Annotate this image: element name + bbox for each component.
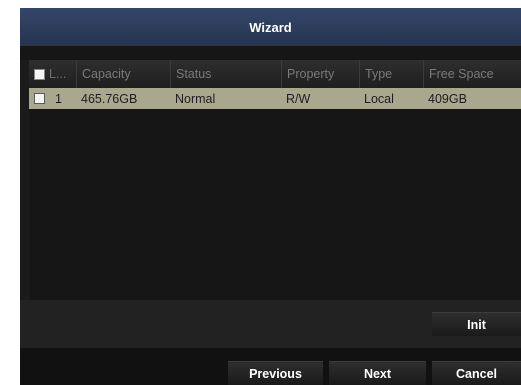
table-row[interactable]: 1 465.76GB Normal R/W Local 409GB xyxy=(29,88,521,109)
previous-button[interactable]: Previous xyxy=(228,361,323,385)
row-checkbox[interactable] xyxy=(34,93,45,104)
action-panel: Init xyxy=(20,300,521,348)
column-header-status[interactable]: Status xyxy=(170,60,281,88)
select-all-checkbox[interactable] xyxy=(34,68,45,80)
row-free-space: 409GB xyxy=(428,91,467,106)
init-button[interactable]: Init xyxy=(432,312,521,336)
column-header-capacity[interactable]: Capacity xyxy=(76,60,170,88)
column-header-property[interactable]: Property xyxy=(281,60,359,88)
column-header-label-text: L... xyxy=(49,67,67,81)
disk-table: L... Capacity Status Property Type Free … xyxy=(29,60,521,300)
row-label: 1 xyxy=(55,91,62,106)
column-header-free-space[interactable]: Free Space xyxy=(423,60,521,88)
row-label-cell: 1 xyxy=(29,88,76,109)
dialog-title-text: Wizard xyxy=(249,19,292,35)
cancel-button[interactable]: Cancel xyxy=(432,361,521,385)
row-status: Normal xyxy=(175,91,216,106)
column-header-type[interactable]: Type xyxy=(359,60,423,88)
table-header: L... Capacity Status Property Type Free … xyxy=(29,60,521,88)
row-property: R/W xyxy=(286,91,311,106)
column-header-label: L... xyxy=(29,60,76,88)
wizard-dialog: Wizard L... Capacity Status Property Typ… xyxy=(20,8,521,385)
next-button[interactable]: Next xyxy=(329,361,426,385)
dialog-title: Wizard xyxy=(20,8,521,46)
dialog-footer: Previous Next Cancel xyxy=(20,348,521,385)
row-type: Local xyxy=(364,91,394,106)
row-capacity: 465.76GB xyxy=(81,91,138,106)
header-spacer xyxy=(20,46,521,60)
